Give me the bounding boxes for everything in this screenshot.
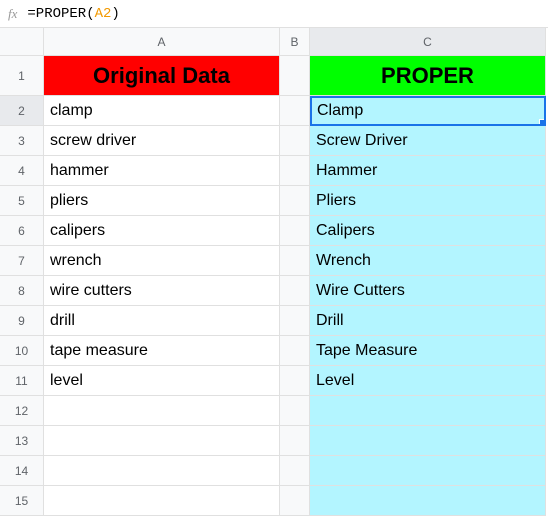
cell-b5[interactable] [280, 186, 310, 216]
cell-a3[interactable]: screw driver [44, 126, 280, 156]
row-header-5[interactable]: 5 [0, 186, 44, 216]
cell-c15[interactable] [310, 486, 546, 516]
row-header-11[interactable]: 11 [0, 366, 44, 396]
cell-b8[interactable] [280, 276, 310, 306]
cell-c8[interactable]: Wire Cutters [310, 276, 546, 306]
formula-text-prefix: =PROPER( [27, 6, 94, 22]
cell-b4[interactable] [280, 156, 310, 186]
col-header-b[interactable]: B [280, 28, 310, 56]
cell-c3[interactable]: Screw Driver [310, 126, 546, 156]
row-header-15[interactable]: 15 [0, 486, 44, 516]
cell-a9[interactable]: drill [44, 306, 280, 336]
cell-c5[interactable]: Pliers [310, 186, 546, 216]
cell-a4[interactable]: hammer [44, 156, 280, 186]
cell-b13[interactable] [280, 426, 310, 456]
cell-c6[interactable]: Calipers [310, 216, 546, 246]
cell-a6[interactable]: calipers [44, 216, 280, 246]
row-header-1[interactable]: 1 [0, 56, 44, 96]
row-header-7[interactable]: 7 [0, 246, 44, 276]
cell-b15[interactable] [280, 486, 310, 516]
cell-a8[interactable]: wire cutters [44, 276, 280, 306]
cell-c2[interactable]: Clamp [310, 96, 546, 126]
row-header-8[interactable]: 8 [0, 276, 44, 306]
cell-a1[interactable]: Original Data [44, 56, 280, 96]
cell-a10[interactable]: tape measure [44, 336, 280, 366]
formula-text-suffix: ) [111, 6, 119, 22]
cell-a2[interactable]: clamp [44, 96, 280, 126]
cell-c14[interactable] [310, 456, 546, 486]
cell-b1[interactable] [280, 56, 310, 96]
cell-a11[interactable]: level [44, 366, 280, 396]
col-header-a[interactable]: A [44, 28, 280, 56]
fx-icon: fx [8, 6, 17, 22]
cell-a14[interactable] [44, 456, 280, 486]
row-header-14[interactable]: 14 [0, 456, 44, 486]
cell-a5[interactable]: pliers [44, 186, 280, 216]
cell-a15[interactable] [44, 486, 280, 516]
cell-c11[interactable]: Level [310, 366, 546, 396]
row-header-9[interactable]: 9 [0, 306, 44, 336]
cell-b11[interactable] [280, 366, 310, 396]
col-header-c[interactable]: C [310, 28, 546, 56]
cell-b6[interactable] [280, 216, 310, 246]
cell-c9[interactable]: Drill [310, 306, 546, 336]
cell-a13[interactable] [44, 426, 280, 456]
row-header-6[interactable]: 6 [0, 216, 44, 246]
formula-bar[interactable]: fx =PROPER(A2) [0, 0, 548, 28]
cell-b9[interactable] [280, 306, 310, 336]
cell-b7[interactable] [280, 246, 310, 276]
row-header-3[interactable]: 3 [0, 126, 44, 156]
row-header-13[interactable]: 13 [0, 426, 44, 456]
cell-c7[interactable]: Wrench [310, 246, 546, 276]
cell-a7[interactable]: wrench [44, 246, 280, 276]
cell-b14[interactable] [280, 456, 310, 486]
cell-b2[interactable] [280, 96, 310, 126]
row-header-4[interactable]: 4 [0, 156, 44, 186]
cell-c13[interactable] [310, 426, 546, 456]
row-header-12[interactable]: 12 [0, 396, 44, 426]
cell-c4[interactable]: Hammer [310, 156, 546, 186]
cell-b12[interactable] [280, 396, 310, 426]
row-header-2[interactable]: 2 [0, 96, 44, 126]
cell-c10[interactable]: Tape Measure [310, 336, 546, 366]
spreadsheet-grid[interactable]: A B C 1 Original Data PROPER 2 clamp Cla… [0, 28, 548, 516]
cell-b10[interactable] [280, 336, 310, 366]
cell-a12[interactable] [44, 396, 280, 426]
row-header-10[interactable]: 10 [0, 336, 44, 366]
select-all-corner[interactable] [0, 28, 44, 56]
formula-cellref: A2 [95, 6, 112, 22]
formula-input[interactable]: =PROPER(A2) [27, 6, 119, 22]
cell-b3[interactable] [280, 126, 310, 156]
cell-c12[interactable] [310, 396, 546, 426]
cell-c1[interactable]: PROPER [310, 56, 546, 96]
